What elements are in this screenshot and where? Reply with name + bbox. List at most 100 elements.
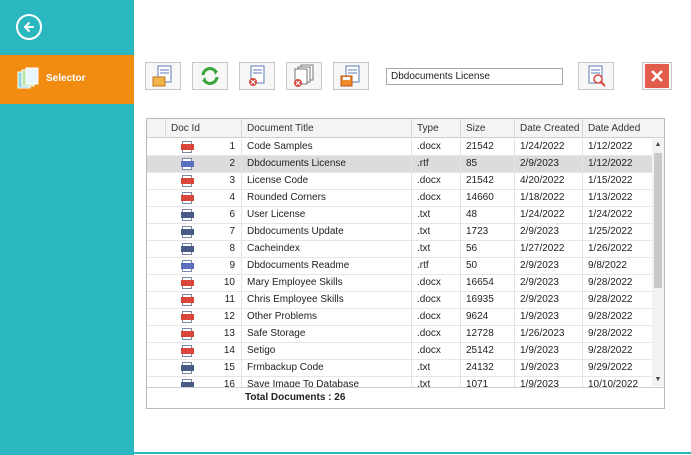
- cell-size: 50: [460, 258, 514, 274]
- cell-title: Frmbackup Code: [241, 360, 411, 376]
- cell-type: .docx: [411, 326, 460, 342]
- search-input[interactable]: [386, 68, 563, 85]
- table-row[interactable]: 2 Dbdocuments License .rtf 85 2/9/2023 1/12/2…: [147, 156, 652, 173]
- column-header-date-created[interactable]: Date Created: [514, 119, 582, 138]
- table-row[interactable]: 15 Frmbackup Code .txt 24132 1/9/2023 9/29/20…: [147, 360, 652, 377]
- close-icon: [651, 70, 663, 82]
- navigation-pane: Selector: [0, 0, 134, 455]
- back-button[interactable]: [16, 14, 42, 40]
- table-row[interactable]: 11 Chris Employee Skills .docx 16935 2/9/202…: [147, 292, 652, 309]
- cell-doc-id: 10: [223, 277, 235, 288]
- cell-type: .txt: [411, 224, 460, 240]
- column-header-doc-id[interactable]: Doc Id: [165, 119, 241, 138]
- cell-size: 85: [460, 156, 514, 172]
- cell-date-added: 9/28/2022: [582, 275, 652, 291]
- nav-item-selector[interactable]: Selector: [0, 55, 134, 104]
- cell-title: Code Samples: [241, 139, 411, 155]
- table-row[interactable]: 6 User License .txt 48 1/24/2022 1/24/2022: [147, 207, 652, 224]
- delete-document-button[interactable]: [239, 62, 275, 90]
- table-row[interactable]: 8 Cacheindex .txt 56 1/27/2022 1/26/2022: [147, 241, 652, 258]
- txt-file-icon: [181, 243, 194, 255]
- scroll-up-icon[interactable]: ▲: [652, 139, 664, 151]
- find-document-icon: [588, 65, 606, 87]
- scroll-thumb[interactable]: [654, 153, 662, 288]
- cell-title: Setigo: [241, 343, 411, 359]
- column-header-title[interactable]: Document Title: [241, 119, 411, 138]
- cell-doc-id: 12: [223, 311, 235, 322]
- cell-doc-id: 8: [229, 243, 235, 254]
- cell-size: 56: [460, 241, 514, 257]
- grid-header: Doc Id Document Title Type Size Date Cre…: [147, 119, 664, 138]
- cell-date-added: 1/24/2022: [582, 207, 652, 223]
- cell-date-created: 4/20/2022: [514, 173, 582, 189]
- cell-type: .docx: [411, 275, 460, 291]
- column-header-type[interactable]: Type: [411, 119, 460, 138]
- cell-date-added: 9/8/2022: [582, 258, 652, 274]
- docx-file-icon: [181, 328, 194, 340]
- save-document-icon: [340, 65, 360, 87]
- table-row[interactable]: 9 Dbdocuments Readme .rtf 50 2/9/2023 9/8/202…: [147, 258, 652, 275]
- save-document-button[interactable]: [333, 62, 369, 90]
- cell-doc-id: 4: [229, 192, 235, 203]
- table-row[interactable]: 10 Mary Employee Skills .docx 16654 2/9/2023…: [147, 275, 652, 292]
- refresh-button[interactable]: [192, 62, 228, 90]
- cell-date-created: 2/9/2023: [514, 156, 582, 172]
- grid-footer: Total Documents : 26: [147, 387, 664, 408]
- cell-title: Safe Storage: [241, 326, 411, 342]
- table-row[interactable]: 4 Rounded Corners .docx 14660 1/18/2022 1/13/…: [147, 190, 652, 207]
- txt-file-icon: [181, 209, 194, 221]
- find-document-button[interactable]: [578, 62, 614, 90]
- cell-doc-id: 2: [229, 158, 235, 169]
- docx-file-icon: [181, 192, 194, 204]
- delete-all-button[interactable]: [286, 62, 322, 90]
- docx-file-icon: [181, 277, 194, 289]
- cell-type: .docx: [411, 309, 460, 325]
- cell-date-added: 1/26/2022: [582, 241, 652, 257]
- cell-size: 48: [460, 207, 514, 223]
- table-row[interactable]: 14 Setigo .docx 25142 1/9/2023 9/28/2022: [147, 343, 652, 360]
- cell-date-created: 1/9/2023: [514, 309, 582, 325]
- cell-size: 12728: [460, 326, 514, 342]
- vertical-scrollbar[interactable]: ▲ ▼: [652, 139, 664, 386]
- table-row[interactable]: 13 Safe Storage .docx 12728 1/26/2023 9/28/20…: [147, 326, 652, 343]
- cell-date-created: 1/9/2023: [514, 343, 582, 359]
- table-row[interactable]: 1 Code Samples .docx 21542 1/24/2022 1/12/202…: [147, 139, 652, 156]
- cell-type: .txt: [411, 207, 460, 223]
- cell-doc-id: 6: [229, 209, 235, 220]
- table-row[interactable]: 7 Dbdocuments Update .txt 1723 2/9/2023 1/25/…: [147, 224, 652, 241]
- open-document-button[interactable]: [145, 62, 181, 90]
- table-row[interactable]: 12 Other Problems .docx 9624 1/9/2023 9/28/20…: [147, 309, 652, 326]
- cell-date-created: 2/9/2023: [514, 258, 582, 274]
- txt-file-icon: [181, 362, 194, 374]
- cell-date-created: 2/9/2023: [514, 292, 582, 308]
- cell-date-created: 1/18/2022: [514, 190, 582, 206]
- cell-doc-id: 11: [224, 294, 235, 305]
- cell-date-added: 1/13/2022: [582, 190, 652, 206]
- column-header-size[interactable]: Size: [460, 119, 514, 138]
- cell-date-created: 1/26/2023: [514, 326, 582, 342]
- cell-title: License Code: [241, 173, 411, 189]
- scroll-down-icon[interactable]: ▼: [652, 374, 664, 386]
- close-button[interactable]: [642, 62, 672, 90]
- txt-file-icon: [181, 226, 194, 238]
- cell-title: Dbdocuments License: [241, 156, 411, 172]
- cell-date-created: 1/24/2022: [514, 207, 582, 223]
- cell-date-created: 2/9/2023: [514, 224, 582, 240]
- cell-date-added: 1/12/2022: [582, 139, 652, 155]
- nav-item-label: Selector: [46, 73, 86, 84]
- cell-size: 24132: [460, 360, 514, 376]
- cell-title: Dbdocuments Readme: [241, 258, 411, 274]
- docx-file-icon: [181, 175, 194, 187]
- cell-date-created: 1/24/2022: [514, 139, 582, 155]
- cell-type: .docx: [411, 139, 460, 155]
- bottom-accent-line: [134, 452, 691, 454]
- docx-file-icon: [181, 141, 194, 153]
- column-header-date-added[interactable]: Date Added: [582, 119, 664, 138]
- docx-file-icon: [181, 311, 194, 323]
- cell-type: .txt: [411, 360, 460, 376]
- cell-title: Other Problems: [241, 309, 411, 325]
- total-documents: Total Documents : 26: [245, 392, 346, 403]
- cell-doc-id: 9: [229, 260, 235, 271]
- cell-doc-id: 3: [229, 175, 235, 186]
- table-row[interactable]: 3 License Code .docx 21542 4/20/2022 1/15/202…: [147, 173, 652, 190]
